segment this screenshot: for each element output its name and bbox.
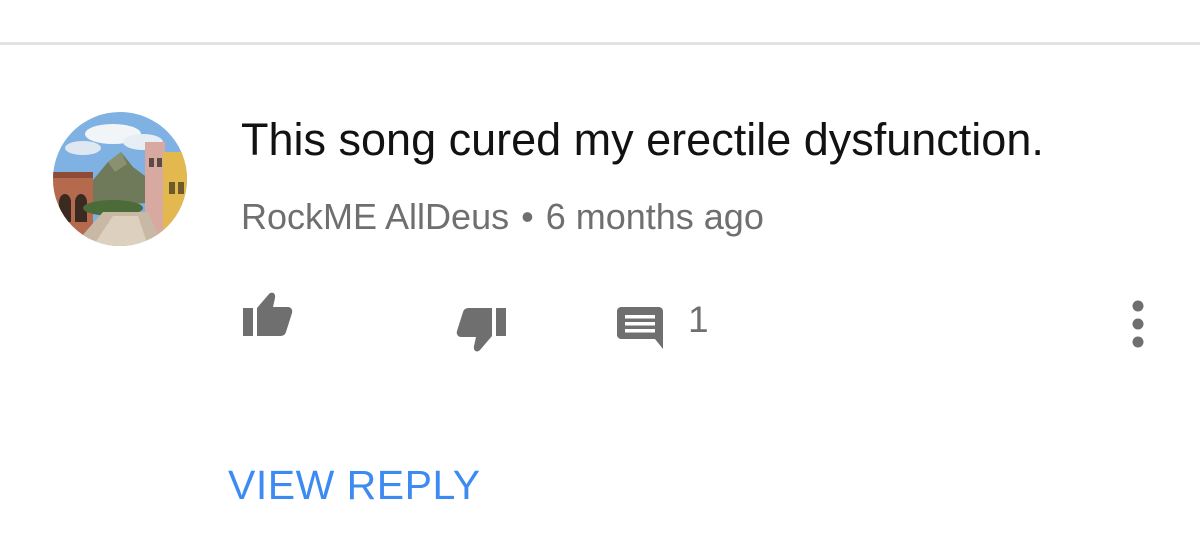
vertical-dots-icon[interactable] (1126, 300, 1150, 348)
top-divider (0, 42, 1200, 45)
author-name[interactable]: RockME AllDeus (241, 196, 509, 237)
thumbs-up-icon[interactable] (240, 290, 294, 338)
comment-icon[interactable] (617, 305, 667, 351)
comment-text: This song cured my erectile dysfunction. (241, 114, 1044, 165)
avatar[interactable] (53, 112, 187, 246)
timestamp: 6 months ago (545, 196, 764, 237)
thumbs-down-icon[interactable] (455, 306, 509, 354)
reply-count: 1 (688, 299, 709, 340)
view-reply-button[interactable]: VIEW REPLY (228, 458, 481, 512)
separator-dot: • (521, 196, 534, 237)
comment-meta: RockME AllDeus • 6 months ago (241, 193, 764, 241)
